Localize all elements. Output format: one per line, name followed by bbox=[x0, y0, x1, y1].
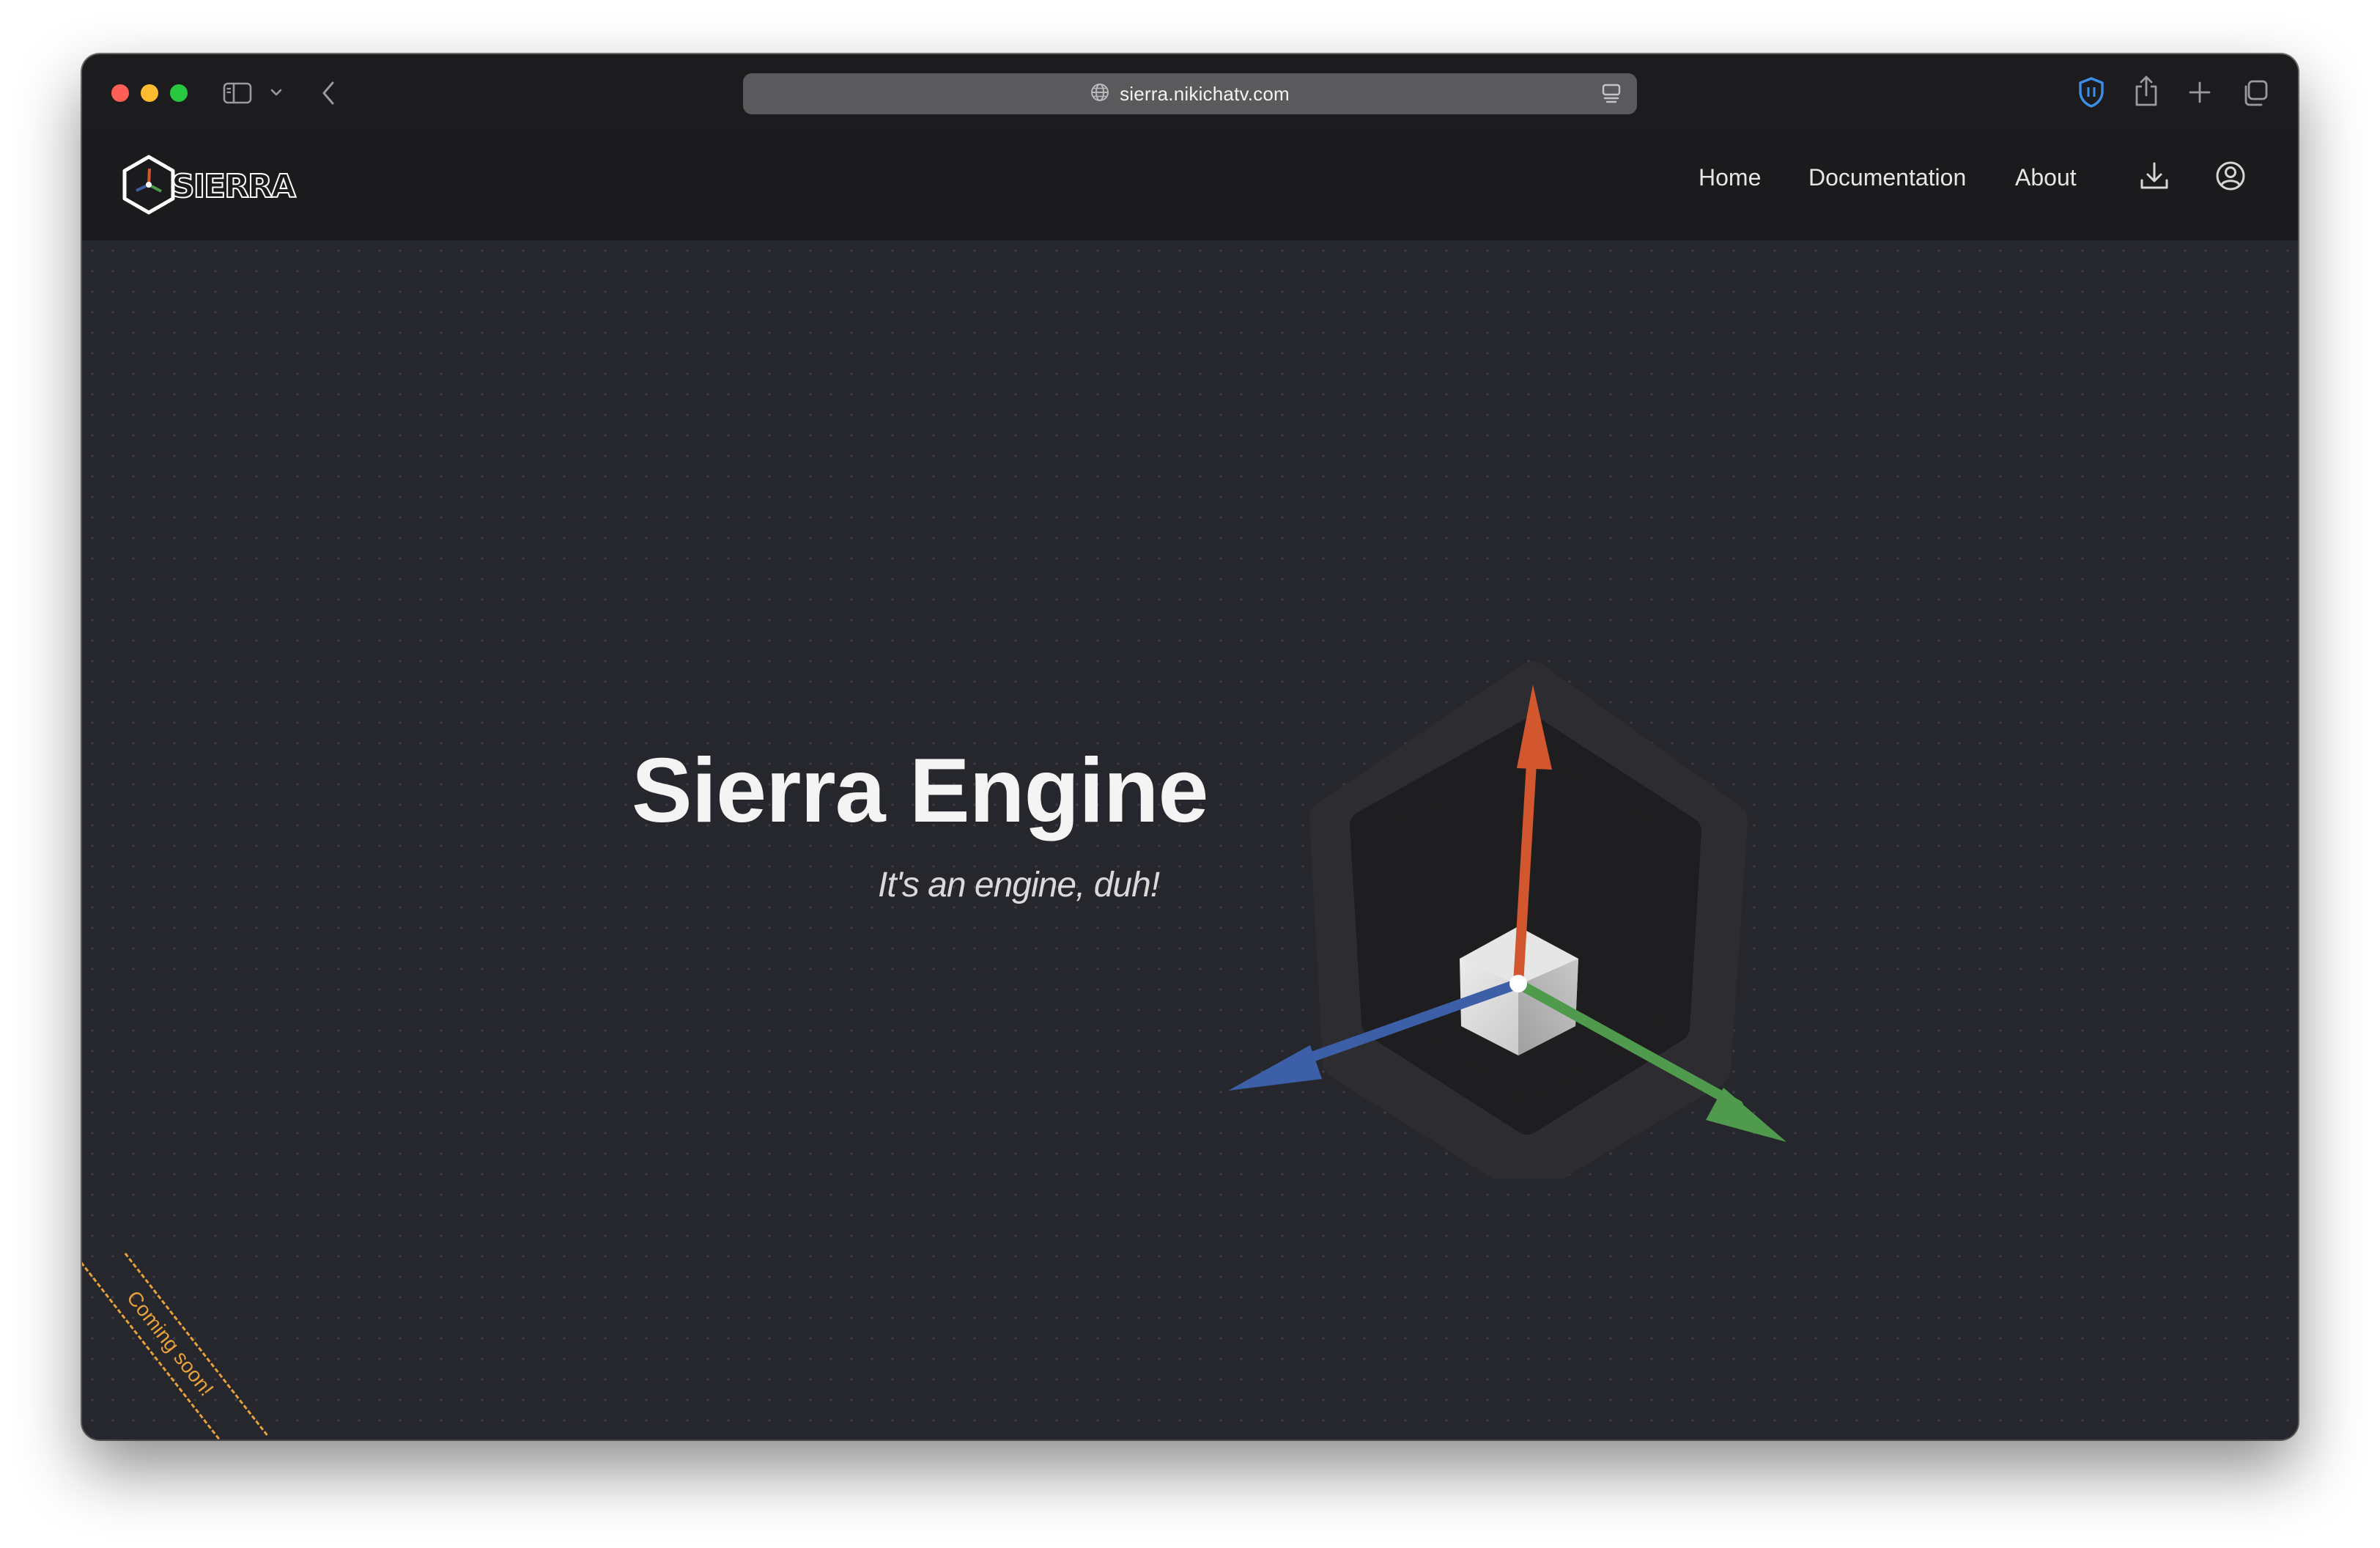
coming-soon-ribbon: Coming soon! bbox=[82, 1252, 268, 1440]
site-logo[interactable]: SIERRA bbox=[120, 154, 297, 219]
share-icon[interactable] bbox=[2134, 75, 2159, 107]
back-icon[interactable] bbox=[321, 81, 336, 106]
address-bar[interactable]: sierra.nikichatv.com bbox=[743, 73, 1637, 114]
hero-subtitle: It's an engine, duh! bbox=[878, 866, 1160, 904]
sidebar-icon[interactable] bbox=[223, 82, 252, 104]
coming-soon-corner: Coming soon! bbox=[82, 1252, 302, 1440]
hero-section: Sierra Engine It's an engine, duh! Comin… bbox=[82, 240, 2298, 1440]
logo-text: SIERRA bbox=[171, 167, 297, 206]
new-tab-icon[interactable] bbox=[2188, 81, 2211, 104]
chevron-down-icon[interactable] bbox=[270, 88, 282, 97]
browser-toolbar: sierra.nikichatv.com bbox=[82, 54, 2298, 132]
nav-documentation-link[interactable]: Documentation bbox=[1808, 164, 1966, 191]
shield-extension-icon[interactable] bbox=[2077, 76, 2106, 108]
sierra-logo-icon bbox=[120, 154, 177, 219]
gizmo-origin-dot bbox=[1509, 975, 1527, 992]
globe-icon bbox=[1090, 83, 1109, 106]
zoom-window-button[interactable] bbox=[170, 84, 188, 102]
close-window-button[interactable] bbox=[111, 84, 129, 102]
browser-window: sierra.nikichatv.com SIERRA Home Documen… bbox=[82, 54, 2298, 1440]
nav-about-link[interactable]: About bbox=[2015, 164, 2077, 191]
site-header: SIERRA Home Documentation About bbox=[82, 132, 2298, 240]
url-text: sierra.nikichatv.com bbox=[1120, 82, 1290, 105]
account-icon[interactable] bbox=[2214, 160, 2247, 196]
hero-title: Sierra Engine bbox=[632, 740, 1208, 841]
download-icon[interactable] bbox=[2138, 160, 2170, 196]
ribbon-text: Coming soon! bbox=[122, 1286, 218, 1401]
engine-gizmo-illustration bbox=[1152, 622, 1797, 1197]
nav-home-link[interactable]: Home bbox=[1699, 164, 1761, 191]
minimize-window-button[interactable] bbox=[141, 84, 158, 102]
tabs-overview-icon[interactable] bbox=[2241, 79, 2269, 107]
reader-icon[interactable] bbox=[1602, 84, 1621, 108]
